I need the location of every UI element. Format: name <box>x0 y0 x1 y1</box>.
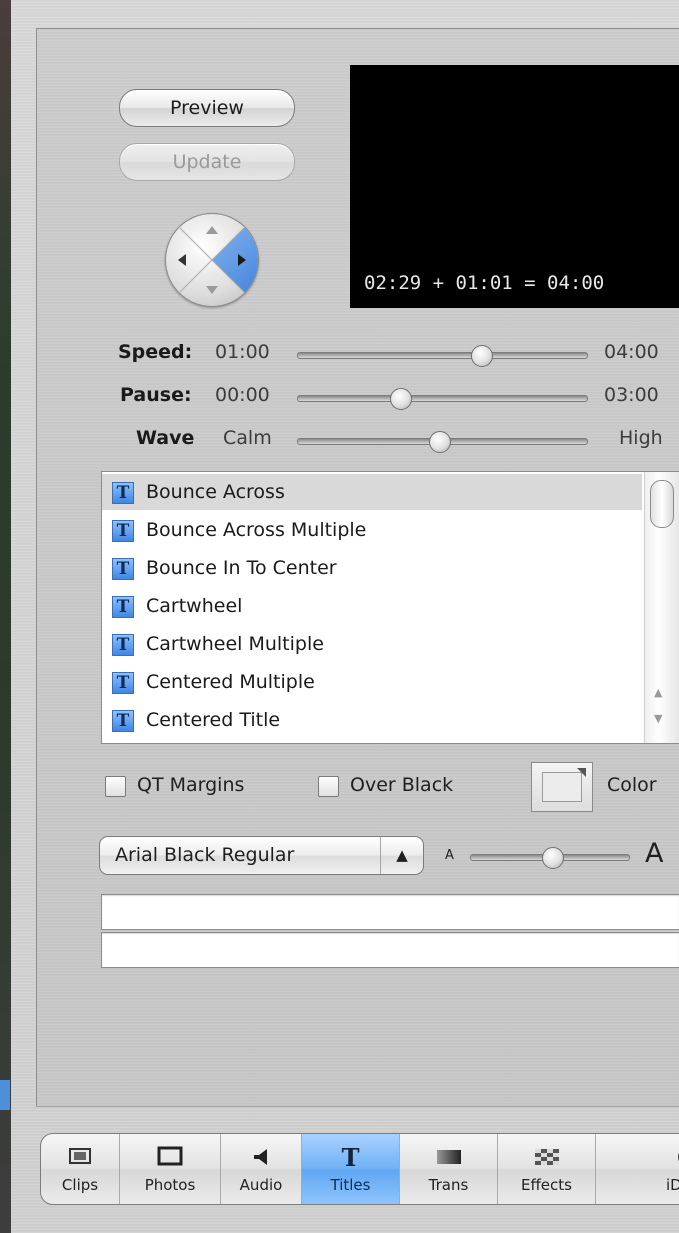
color-label: Color <box>607 774 657 796</box>
svg-text:T: T <box>342 1144 360 1170</box>
pause-slider-knob[interactable] <box>390 388 412 410</box>
toolbar-audio-button[interactable]: Audio <box>221 1134 302 1204</box>
preview-screen: 02:29 + 01:01 = 04:00 <box>350 65 679 308</box>
color-corner-icon <box>577 768 586 777</box>
pause-min: 00:00 <box>215 384 270 406</box>
toolbar-clips-button[interactable]: Clips <box>41 1134 120 1204</box>
list-item[interactable]: T Bounce Across <box>102 474 642 510</box>
speed-min: 01:00 <box>215 341 270 363</box>
arrow-left-icon <box>178 254 186 266</box>
toolbar-audio-label: Audio <box>239 1176 283 1194</box>
speed-max: 04:00 <box>604 341 659 363</box>
list-item-label: Centered Multiple <box>146 671 315 693</box>
title-icon: T <box>112 634 134 656</box>
pause-label: Pause: <box>120 384 192 406</box>
wave-label: Wave <box>136 427 195 449</box>
list-item-label: Cartwheel Multiple <box>146 633 324 655</box>
pane-toolbar: Clips Photos Audio T Titles Trans Effect… <box>40 1133 679 1205</box>
qt-margins-checkbox[interactable] <box>105 776 126 797</box>
left-edge-highlight <box>0 1080 10 1110</box>
toolbar-trans-label: Trans <box>428 1176 469 1194</box>
over-black-label: Over Black <box>350 774 454 796</box>
color-swatch <box>542 772 582 802</box>
preview-button[interactable]: Preview <box>119 89 295 127</box>
title-icon: T <box>112 558 134 580</box>
clips-icon <box>69 1148 91 1164</box>
toolbar-effects-button[interactable]: Effects <box>498 1134 596 1204</box>
speed-slider-knob[interactable] <box>471 345 493 367</box>
titles-list[interactable]: T Bounce Across T Bounce Across Multiple… <box>101 471 679 744</box>
list-item-label: Bounce Across <box>146 481 285 503</box>
toolbar-trans-button[interactable]: Trans <box>400 1134 498 1204</box>
toolbar-titles-button[interactable]: T Titles <box>302 1134 400 1204</box>
font-popup-value: Arial Black Regular <box>115 844 295 866</box>
wave-max: High <box>619 427 663 449</box>
list-item[interactable]: T Centered Title <box>102 702 642 738</box>
app-window: Preview Update 02:29 + 01:01 = 04:00 Spe… <box>0 0 679 1233</box>
size-small-label: A <box>445 848 454 863</box>
toolbar-idvd-button[interactable]: iD <box>596 1134 679 1204</box>
toolbar-photos-label: Photos <box>144 1176 196 1194</box>
arrow-right-icon <box>238 254 246 266</box>
direction-arrows-icon <box>178 226 246 294</box>
pause-slider-track[interactable] <box>297 395 588 402</box>
photos-icon <box>157 1146 183 1166</box>
toolbar-effects-label: Effects <box>521 1176 572 1194</box>
speed-slider-track[interactable] <box>297 352 588 359</box>
list-scrollbar[interactable]: ▲ ▼ <box>644 472 679 743</box>
list-item-label: Bounce In To Center <box>146 557 337 579</box>
toolbar-titles-label: Titles <box>330 1176 371 1194</box>
font-size-slider-knob[interactable] <box>542 847 564 869</box>
title-icon: T <box>112 710 134 732</box>
pause-slider-row: Pause: 00:00 03:00 <box>100 384 679 414</box>
wave-slider-knob[interactable] <box>429 431 451 453</box>
update-button[interactable]: Update <box>119 143 295 181</box>
titles-icon: T <box>342 1144 360 1170</box>
list-item[interactable]: T Bounce Across Multiple <box>102 512 642 548</box>
list-item[interactable]: T Cartwheel Multiple <box>102 626 642 662</box>
list-item[interactable]: T Cartwheel <box>102 588 642 624</box>
updown-arrows-icon: ▲ <box>380 837 423 874</box>
over-black-checkbox[interactable] <box>318 776 339 797</box>
list-item[interactable]: T Centered Multiple <box>102 664 642 700</box>
subtitle-text-field[interactable] <box>101 932 679 968</box>
qt-margins-label: QT Margins <box>137 774 245 796</box>
timecode-display: 02:29 + 01:01 = 04:00 <box>364 272 605 294</box>
toolbar-idvd-label: iD <box>666 1176 679 1194</box>
list-item-label: Bounce Across Multiple <box>146 519 367 541</box>
size-large-label: A <box>645 838 664 869</box>
audio-icon <box>254 1149 267 1165</box>
toolbar-clips-label: Clips <box>61 1176 99 1194</box>
font-popup-menu[interactable]: Arial Black Regular ▲ <box>99 836 424 875</box>
title-icon: T <box>112 482 134 504</box>
direction-control[interactable] <box>165 213 259 307</box>
list-item[interactable]: T Bounce In To Center <box>102 550 642 586</box>
wave-slider-row: Wave Calm High <box>100 427 679 457</box>
transitions-icon <box>437 1150 461 1164</box>
title-text-field[interactable] <box>101 894 679 930</box>
pause-max: 03:00 <box>604 384 659 406</box>
arrow-down-icon <box>206 286 218 294</box>
title-icon: T <box>112 672 134 694</box>
color-well[interactable] <box>531 762 593 812</box>
list-item-label: Centered Title <box>146 709 281 731</box>
left-edge-strip <box>0 0 11 1233</box>
idvd-icon <box>678 1152 679 1162</box>
speed-label: Speed: <box>118 341 193 363</box>
title-icon: T <box>112 596 134 618</box>
arrow-up-icon <box>206 226 218 234</box>
speed-slider-row: Speed: 01:00 04:00 <box>100 341 679 371</box>
effects-icon <box>535 1149 559 1165</box>
list-item-label: Cartwheel <box>146 595 243 617</box>
scrollbar-thumb[interactable] <box>650 480 674 528</box>
title-icon: T <box>112 520 134 542</box>
scroll-down-arrow-icon[interactable]: ▼ <box>654 712 662 725</box>
wave-min: Calm <box>223 427 272 449</box>
toolbar-photos-button[interactable]: Photos <box>120 1134 221 1204</box>
scroll-up-arrow-icon[interactable]: ▲ <box>654 686 662 699</box>
